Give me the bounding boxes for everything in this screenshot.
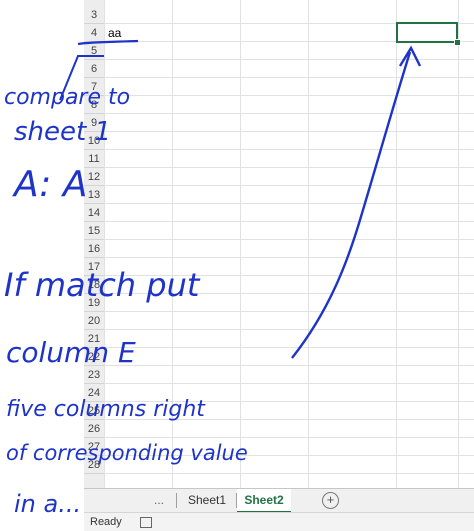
row-header[interactable]: 6	[84, 60, 104, 78]
row-header[interactable]: 22	[84, 348, 104, 366]
row-header[interactable]: 19	[84, 294, 104, 312]
row-header[interactable]: 25	[84, 402, 104, 420]
row-header[interactable]: 21	[84, 330, 104, 348]
spreadsheet-grid[interactable]: 3 4 5 6 7 8 9 10 11 12 13 14 15 16 17 18 19 20 21 22 23 24 25 2…	[0, 0, 474, 488]
macro-record-icon[interactable]	[140, 517, 152, 528]
row-header[interactable]: 3	[84, 6, 104, 24]
row-header[interactable]: 16	[84, 240, 104, 258]
row-header[interactable]: 18	[84, 276, 104, 294]
row-header[interactable]: 4	[84, 24, 104, 42]
tab-sheet1[interactable]: Sheet1	[178, 489, 236, 511]
add-sheet-icon[interactable]: +	[322, 492, 339, 509]
row-header[interactable]: 20	[84, 312, 104, 330]
row-header[interactable]: 28	[84, 456, 104, 474]
row-header[interactable]: 26	[84, 420, 104, 438]
row-header[interactable]: 5	[84, 42, 104, 60]
status-ready: Ready	[90, 516, 122, 528]
row-header[interactable]: 27	[84, 438, 104, 456]
annotation-line-8: in a...	[14, 490, 81, 518]
row-header[interactable]: 17	[84, 258, 104, 276]
row-header[interactable]: 9	[84, 114, 104, 132]
row-header[interactable]: 11	[84, 150, 104, 168]
selected-cell[interactable]	[396, 22, 458, 43]
row-header[interactable]: 8	[84, 96, 104, 114]
row-header[interactable]: 12	[84, 168, 104, 186]
row-header[interactable]: 13	[84, 186, 104, 204]
row-header[interactable]: 23	[84, 366, 104, 384]
tab-scroll-ellipsis[interactable]: ...	[154, 489, 164, 511]
fill-handle[interactable]	[454, 39, 461, 46]
row-header[interactable]: 14	[84, 204, 104, 222]
tab-sheet2[interactable]: Sheet2	[237, 489, 291, 513]
sheet-tab-bar: ... Sheet1 Sheet2 +	[84, 488, 474, 513]
row-header[interactable]: 15	[84, 222, 104, 240]
row-header[interactable]: 24	[84, 384, 104, 402]
status-bar: Ready	[84, 512, 474, 531]
row-header[interactable]: 10	[84, 132, 104, 150]
row-header[interactable]: 7	[84, 78, 104, 96]
cell-a4[interactable]: aa	[108, 24, 121, 42]
